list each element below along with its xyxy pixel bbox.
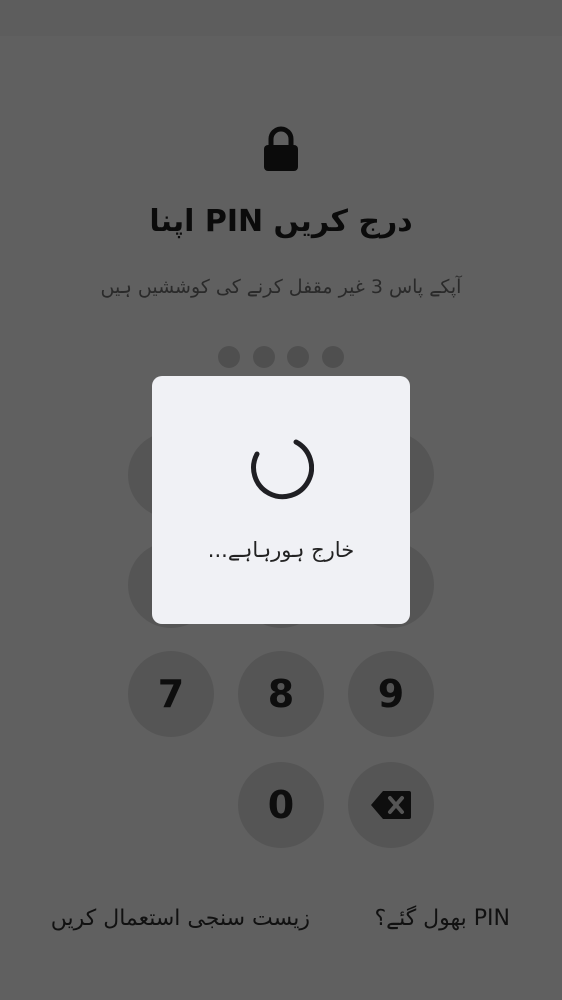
loading-dialog: خارج ہورہاہے...: [152, 376, 410, 624]
use-biometric-button[interactable]: زیست سنجی استعمال کریں: [40, 906, 310, 931]
pin-dot: [253, 346, 275, 368]
loading-spinner-icon: [251, 439, 314, 500]
lock-icon: [264, 126, 298, 171]
attempts-remaining-text: آپکے پاس 3 غیر مقفل کرنے کی کوششیں ہیں: [100, 276, 462, 298]
key-8[interactable]: 8: [238, 651, 324, 737]
pin-dot: [322, 346, 344, 368]
pin-dot: [287, 346, 309, 368]
pin-indicator: [218, 346, 346, 368]
backspace-button[interactable]: [348, 762, 434, 848]
page-title: درج کریں PIN اپنا: [149, 204, 413, 239]
key-9[interactable]: 9: [348, 651, 434, 737]
dialog-message: خارج ہورہاہے...: [207, 538, 355, 562]
backspace-icon: [371, 791, 411, 819]
forgot-pin-button[interactable]: PIN بھول گئے؟: [340, 906, 511, 931]
pin-dot: [218, 346, 240, 368]
key-0[interactable]: 0: [238, 762, 324, 848]
status-bar: [0, 0, 562, 36]
key-7[interactable]: 7: [128, 651, 214, 737]
